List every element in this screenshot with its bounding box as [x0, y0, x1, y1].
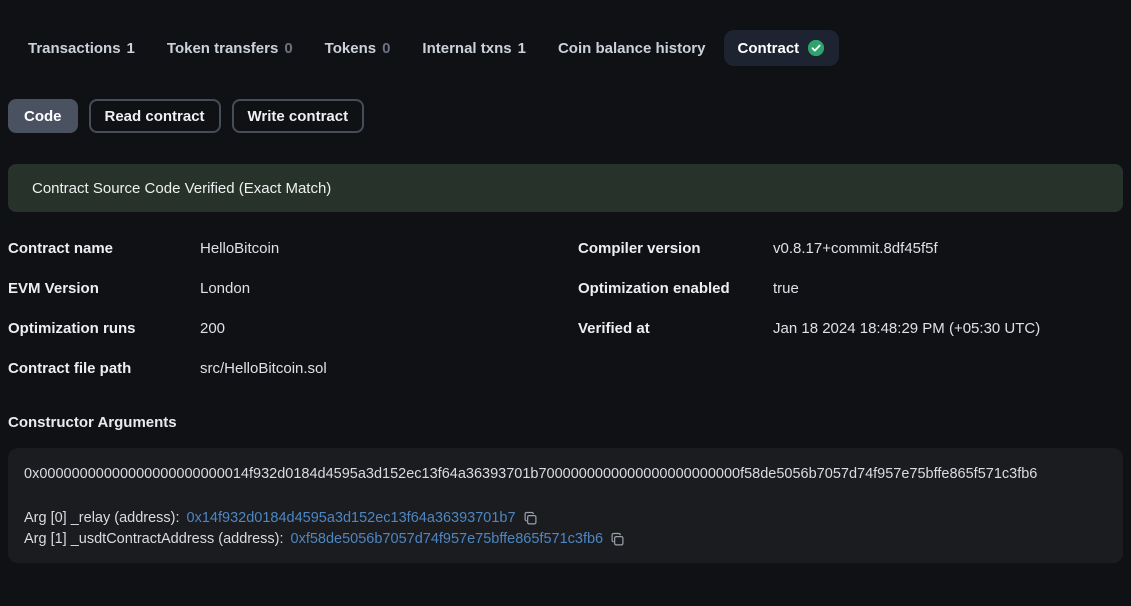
- constructor-arguments-block: 0x00000000000000000000000014f932d0184d45…: [8, 448, 1123, 563]
- tab-label: Coin balance history: [558, 40, 706, 57]
- tab-label: Token transfers: [167, 40, 278, 57]
- tab-count: 1: [127, 40, 135, 57]
- tab-transactions[interactable]: Transactions 1: [28, 40, 135, 57]
- contract-name-value: HelloBitcoin: [200, 240, 578, 257]
- tab-label: Transactions: [28, 40, 121, 57]
- tab-coin-balance-history[interactable]: Coin balance history: [558, 40, 706, 57]
- tab-internal-txns[interactable]: Internal txns 1: [422, 40, 526, 57]
- compiler-version-value: v0.8.17+commit.8df45f5f: [773, 240, 1131, 257]
- copy-icon: [523, 511, 538, 526]
- tab-token-transfers[interactable]: Token transfers 0: [167, 40, 293, 57]
- tab-label: Internal txns: [422, 40, 511, 57]
- contract-file-path-value: src/HelloBitcoin.sol: [200, 360, 578, 377]
- constructor-arg-row: Arg [1] _usdtContractAddress (address): …: [24, 529, 1107, 550]
- copy-address-button[interactable]: [523, 511, 538, 526]
- tab-label: Tokens: [325, 40, 376, 57]
- optimization-runs-label: Optimization runs: [8, 320, 200, 337]
- tab-count: 0: [382, 40, 390, 57]
- tab-tokens[interactable]: Tokens 0: [325, 40, 391, 57]
- read-contract-button[interactable]: Read contract: [89, 99, 221, 133]
- contract-name-label: Contract name: [8, 240, 200, 257]
- arg-prefix: Arg [0] _relay (address):: [24, 508, 180, 529]
- contract-subtabs: Code Read contract Write contract: [8, 99, 1131, 133]
- tab-contract[interactable]: Contract: [724, 30, 840, 66]
- verification-banner-text: Contract Source Code Verified (Exact Mat…: [32, 180, 331, 197]
- optimization-runs-value: 200: [200, 320, 578, 337]
- write-contract-button[interactable]: Write contract: [232, 99, 365, 133]
- code-button[interactable]: Code: [8, 99, 78, 133]
- arg-prefix: Arg [1] _usdtContractAddress (address):: [24, 529, 284, 550]
- arg-address-link[interactable]: 0xf58de5056b7057d74f957e75bffe865f571c3f…: [291, 529, 604, 550]
- copy-icon: [610, 532, 625, 547]
- tab-count: 0: [284, 40, 292, 57]
- verified-at-label: Verified at: [578, 320, 773, 337]
- contract-file-path-label: Contract file path: [8, 360, 200, 377]
- tab-bar: Transactions 1 Token transfers 0 Tokens …: [28, 28, 1131, 68]
- tab-count: 1: [518, 40, 526, 57]
- check-circle-icon: [807, 39, 825, 57]
- copy-address-button[interactable]: [610, 532, 625, 547]
- tab-label: Contract: [738, 40, 800, 57]
- constructor-arguments-title: Constructor Arguments: [8, 413, 1131, 433]
- optimization-enabled-value: true: [773, 280, 1131, 297]
- verification-banner: Contract Source Code Verified (Exact Mat…: [8, 164, 1123, 212]
- verified-at-value: Jan 18 2024 18:48:29 PM (+05:30 UTC): [773, 320, 1131, 337]
- optimization-enabled-label: Optimization enabled: [578, 280, 773, 297]
- evm-version-label: EVM Version: [8, 280, 200, 297]
- contract-info-grid: Contract name HelloBitcoin Compiler vers…: [8, 228, 1131, 388]
- evm-version-value: London: [200, 280, 578, 297]
- constructor-args-raw-hex: 0x00000000000000000000000014f932d0184d45…: [24, 464, 1107, 485]
- arg-address-link[interactable]: 0x14f932d0184d4595a3d152ec13f64a36393701…: [187, 508, 516, 529]
- compiler-version-label: Compiler version: [578, 240, 773, 257]
- constructor-arg-row: Arg [0] _relay (address): 0x14f932d0184d…: [24, 508, 1107, 529]
